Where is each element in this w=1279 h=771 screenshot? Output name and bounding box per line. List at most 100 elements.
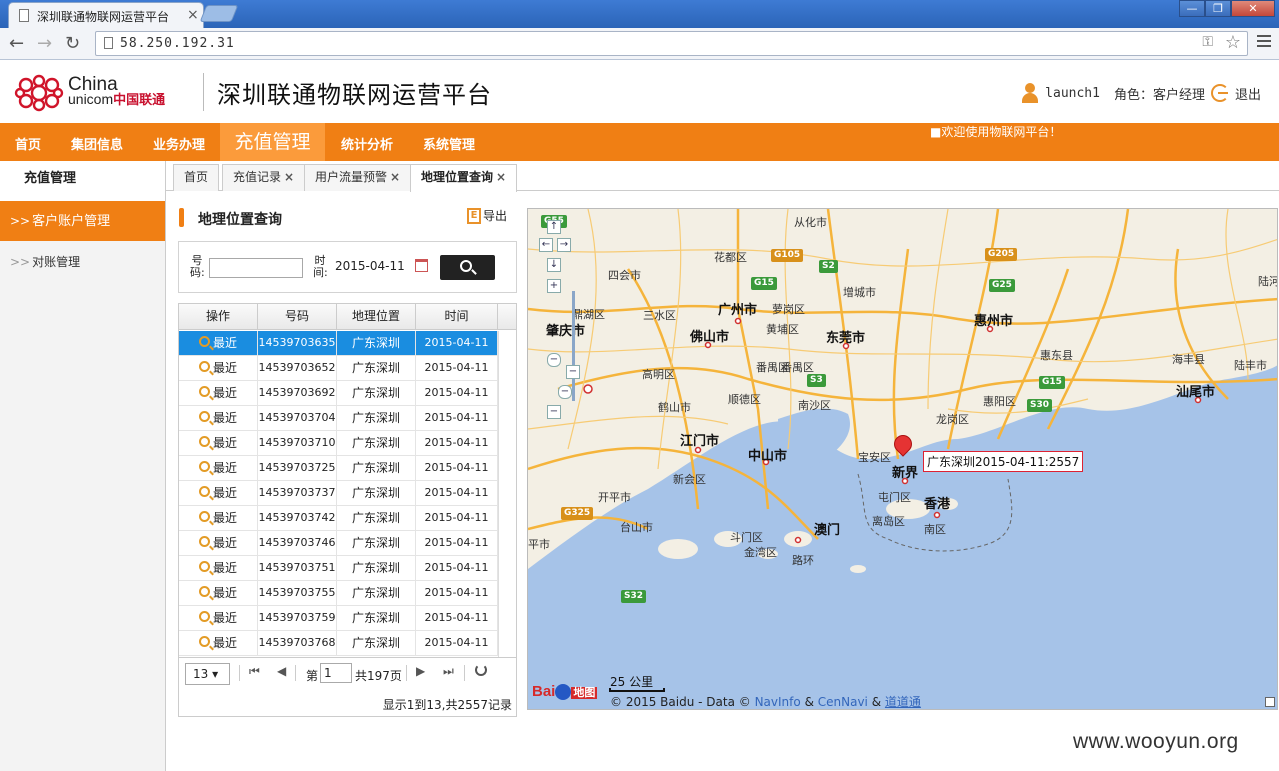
sidebar-item-reconciliation[interactable]: >> 对账管理 (0, 241, 165, 281)
grid-scrollbar[interactable] (498, 331, 516, 657)
table-row[interactable]: 最近 14539703710 广东深圳 2015-04-11 (179, 431, 498, 456)
page-number-input[interactable]: 1 (320, 663, 352, 683)
search-button[interactable] (440, 255, 495, 280)
table-row[interactable]: 最近 14539703755 广东深圳 2015-04-11 (179, 581, 498, 606)
close-icon[interactable]: × (284, 170, 294, 184)
zoom-slider[interactable] (572, 291, 575, 401)
zoom-level-marker[interactable]: − (566, 365, 580, 379)
col-action[interactable]: 操作 (179, 304, 258, 330)
table-row[interactable]: 最近 14539703692 广东深圳 2015-04-11 (179, 381, 498, 406)
logout-icon[interactable] (1210, 84, 1229, 102)
double-chevron-icon: >> (10, 214, 31, 228)
table-row[interactable]: 最近 14539703737 广东深圳 2015-04-11 (179, 481, 498, 506)
close-icon[interactable]: × (390, 170, 400, 184)
tab-traffic-alert[interactable]: 用户流量预警 × (304, 164, 412, 191)
number-input[interactable] (209, 258, 303, 278)
calendar-icon[interactable] (415, 259, 428, 272)
table-row[interactable]: 最近 14539703751 广东深圳 2015-04-11 (179, 556, 498, 581)
location-cell: 广东深圳 (337, 331, 416, 356)
sidebar-item-customer-account[interactable]: >> 客户账户管理 (0, 201, 165, 241)
table-row[interactable]: 最近 14539703652 广东深圳 2015-04-11 (179, 356, 498, 381)
baidu-map[interactable]: 从化市 花都区 增城市 四会市 广州市 番禺区 三水区 黄埔区 佛山市 东莞市 惠州市 惠东县 海丰县 陆… (527, 208, 1278, 710)
bookmark-star-icon[interactable]: ☆ (1225, 32, 1241, 53)
close-icon[interactable]: × (496, 170, 506, 184)
recent-action-cell[interactable]: 最近 (179, 331, 258, 356)
close-window-icon[interactable]: ✕ (1231, 0, 1275, 17)
recent-action-cell[interactable]: 最近 (179, 481, 258, 506)
back-icon[interactable]: ← (9, 33, 24, 54)
table-row[interactable]: 最近 14539703759 广东深圳 2015-04-11 (179, 606, 498, 631)
map-place-label: 金湾区 (744, 546, 777, 559)
forward-icon[interactable]: → (37, 33, 52, 54)
col-time[interactable]: 时间 (416, 304, 498, 330)
export-button[interactable]: E 导出 (467, 207, 507, 224)
logo-wordmark: China unicom中国联通 (68, 75, 165, 107)
table-row[interactable]: 最近 14539703768 广东深圳 2015-04-11 (179, 631, 498, 656)
new-tab-button[interactable] (199, 5, 239, 22)
map-place-label: 佛山市 (690, 330, 730, 345)
reload-icon[interactable]: ↻ (65, 33, 80, 54)
recent-action-cell[interactable]: 最近 (179, 456, 258, 481)
map-place-label: 南区 (924, 523, 946, 536)
last-page-icon[interactable]: ⏭ (443, 664, 454, 679)
recent-action-cell[interactable]: 最近 (179, 581, 258, 606)
menu-icon[interactable] (1257, 35, 1271, 50)
close-tab-icon[interactable]: × (187, 7, 199, 23)
recent-action-cell[interactable]: 最近 (179, 381, 258, 406)
next-page-icon[interactable]: ▶ (416, 664, 425, 678)
recent-action-label: 最近 (213, 561, 238, 575)
table-row[interactable]: 最近 14539703742 广东深圳 2015-04-11 (179, 506, 498, 531)
table-row[interactable]: 最近 14539703746 广东深圳 2015-04-11 (179, 531, 498, 556)
pan-right-icon[interactable]: → (557, 238, 571, 252)
minimize-icon[interactable]: — (1179, 0, 1205, 17)
header-divider (203, 73, 204, 111)
table-row[interactable]: 最近 14539703704 广东深圳 2015-04-11 (179, 406, 498, 431)
map-place-label: 江门市 (680, 434, 720, 449)
recent-action-cell[interactable]: 最近 (179, 556, 258, 581)
recent-action-cell[interactable]: 最近 (179, 506, 258, 531)
recent-action-cell[interactable]: 最近 (179, 531, 258, 556)
nav-system[interactable]: 系统管理 (423, 134, 475, 153)
tab-recharge-records[interactable]: 充值记录 × (222, 164, 306, 191)
highway-shield: G325 (561, 507, 594, 520)
refresh-icon[interactable] (475, 664, 487, 676)
zoom-in-icon[interactable]: + (547, 279, 561, 293)
zoom-preset-icon[interactable]: − (547, 353, 561, 367)
tab-geo-query[interactable]: 地理位置查询 × (410, 164, 518, 192)
nav-group-info[interactable]: 集团信息 (71, 134, 123, 153)
wrench-icon[interactable]: ⚿ (1202, 34, 1213, 50)
address-bar[interactable]: 58.250.192.31 ⚿ ☆ (95, 31, 1248, 56)
pan-down-icon[interactable]: ↓ (547, 258, 561, 272)
pan-up-icon[interactable]: ↑ (547, 220, 561, 234)
page-size-select[interactable]: 13 ▾ (185, 663, 230, 685)
map-base (528, 209, 1277, 709)
table-row[interactable]: 最近 14539703725 广东深圳 2015-04-11 (179, 456, 498, 481)
browser-tab[interactable]: 深圳联通物联网运营平台 × (8, 2, 204, 28)
navinfo-link[interactable]: NavInfo (755, 695, 801, 709)
nav-home[interactable]: 首页 (15, 134, 41, 153)
nav-statistics[interactable]: 统计分析 (341, 134, 393, 153)
prev-page-icon[interactable]: ◀ (277, 664, 286, 678)
recent-action-cell[interactable]: 最近 (179, 631, 258, 656)
col-number[interactable]: 号码 (258, 304, 337, 330)
nav-business[interactable]: 业务办理 (153, 134, 205, 153)
logout-link[interactable]: 退出 (1235, 84, 1261, 103)
tab-home[interactable]: 首页 (173, 164, 220, 191)
zoom-out-icon[interactable]: − (547, 405, 561, 419)
daodaotong-link[interactable]: 道道通 (885, 695, 921, 709)
col-location[interactable]: 地理位置 (337, 304, 416, 330)
highway-shield: G15 (1039, 376, 1065, 389)
pan-left-icon[interactable]: ← (539, 238, 553, 252)
nav-recharge[interactable]: 充值管理 (220, 123, 325, 161)
table-row[interactable]: 最近 14539703635 广东深圳 2015-04-11 (179, 331, 498, 356)
zoom-handle[interactable]: − (558, 385, 572, 399)
recent-action-cell[interactable]: 最近 (179, 431, 258, 456)
map-resize-icon[interactable] (1265, 697, 1275, 707)
sidebar-title: 充值管理 (0, 161, 165, 201)
recent-action-cell[interactable]: 最近 (179, 356, 258, 381)
restore-icon[interactable]: ❐ (1205, 0, 1231, 17)
recent-action-cell[interactable]: 最近 (179, 606, 258, 631)
cennavi-link[interactable]: CenNavi (818, 695, 868, 709)
first-page-icon[interactable]: ⏮ (249, 664, 260, 679)
recent-action-cell[interactable]: 最近 (179, 406, 258, 431)
